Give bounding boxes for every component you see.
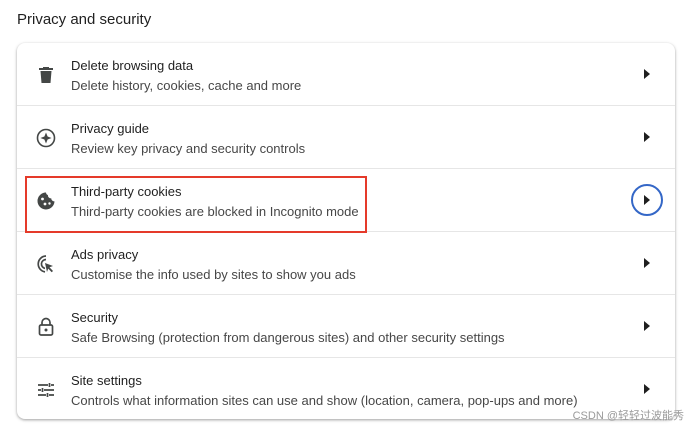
section-title: Privacy and security [17, 11, 152, 28]
tune-icon [35, 379, 57, 401]
cookie-icon [35, 190, 57, 212]
privacy-settings-card: Delete browsing data Delete history, coo… [17, 43, 675, 419]
row-subtitle: Delete history, cookies, cache and more [71, 78, 302, 93]
row-title: Site settings [71, 373, 142, 388]
chevron-right-icon[interactable] [631, 58, 663, 90]
chevron-right-icon[interactable] [631, 184, 663, 216]
chevron-right-icon[interactable] [631, 121, 663, 153]
row-delete-browsing-data[interactable]: Delete browsing data Delete history, coo… [17, 43, 675, 105]
row-subtitle: Review key privacy and security controls [71, 141, 306, 156]
row-title: Delete browsing data [71, 58, 194, 73]
row-subtitle: Third-party cookies are blocked in Incog… [71, 204, 359, 219]
row-title: Third-party cookies [71, 184, 182, 199]
row-ads-privacy[interactable]: Ads privacy Customise the info used by s… [17, 231, 675, 294]
row-title: Ads privacy [71, 247, 139, 262]
row-privacy-guide[interactable]: Privacy guide Review key privacy and sec… [17, 105, 675, 168]
row-title: Security [71, 310, 118, 325]
chevron-right-icon[interactable] [631, 247, 663, 279]
row-title: Privacy guide [71, 121, 150, 136]
lock-icon [35, 316, 57, 338]
compass-icon [35, 127, 57, 149]
row-subtitle: Safe Browsing (protection from dangerous… [71, 330, 505, 345]
trash-icon [35, 64, 57, 86]
row-third-party-cookies[interactable]: Third-party cookies Third-party cookies … [17, 168, 675, 231]
row-subtitle: Controls what information sites can use … [71, 393, 578, 408]
watermark: CSDN @轻轻过波能秀 [572, 410, 684, 422]
ads-privacy-icon [35, 253, 57, 275]
chevron-right-icon[interactable] [631, 373, 663, 405]
row-subtitle: Customise the info used by sites to show… [71, 267, 356, 282]
chevron-right-icon[interactable] [631, 310, 663, 342]
row-security[interactable]: Security Safe Browsing (protection from … [17, 294, 675, 357]
